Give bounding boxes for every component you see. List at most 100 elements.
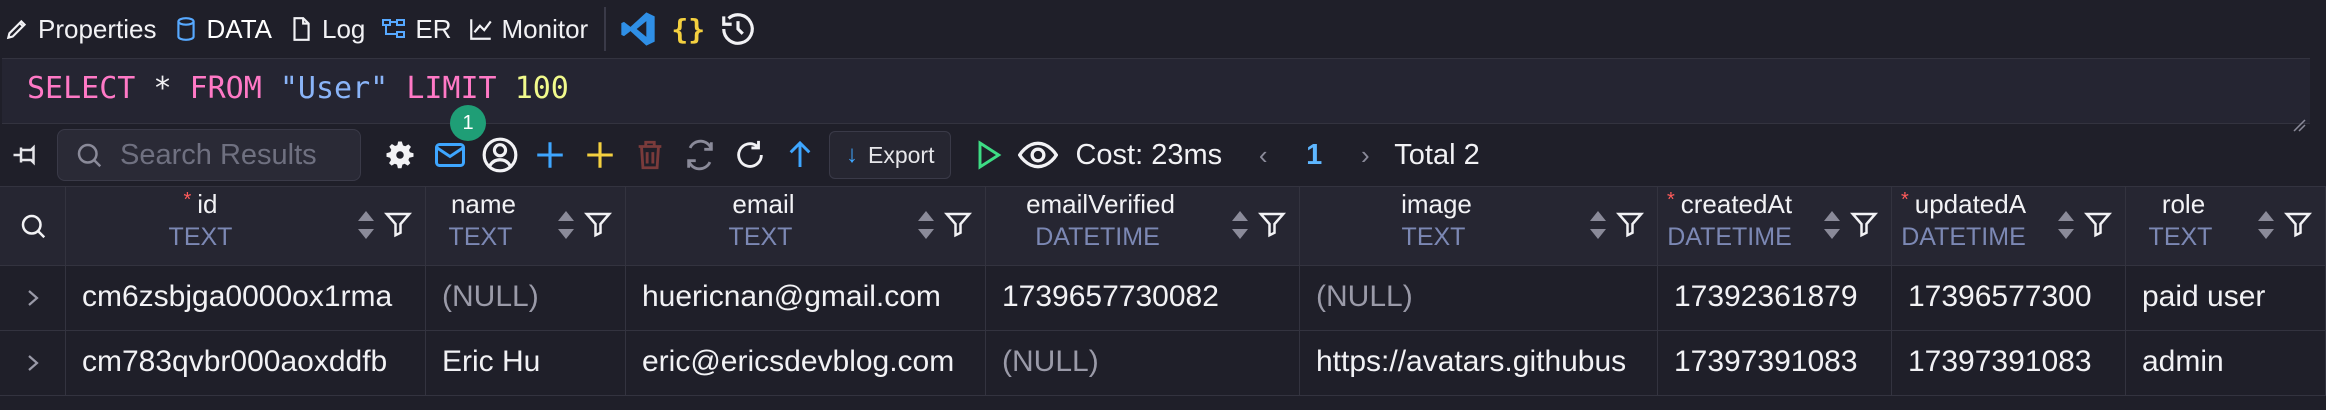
chart-line-icon xyxy=(468,16,494,42)
sort-icon[interactable] xyxy=(915,207,937,243)
column-header[interactable]: email TEXT xyxy=(626,187,986,265)
table-cell[interactable]: 1739657730082 xyxy=(986,266,1300,330)
required-marker: * xyxy=(183,189,192,211)
column-name: * id xyxy=(66,189,335,220)
next-page-button[interactable]: › xyxy=(1350,140,1380,171)
sql-editor[interactable]: SELECT * FROM "User" LIMIT 100 xyxy=(2,58,2310,132)
column-header[interactable]: * updatedA DATETIME xyxy=(1892,187,2126,265)
column-header[interactable]: * id TEXT xyxy=(66,187,426,265)
tab-log[interactable]: Log xyxy=(284,0,371,58)
filter-icon[interactable] xyxy=(583,209,613,239)
filter-icon[interactable] xyxy=(1615,209,1645,239)
column-name: * createdAt xyxy=(1658,189,1801,220)
tab-properties[interactable]: Properties xyxy=(0,0,163,58)
sort-icon[interactable] xyxy=(1229,207,1251,243)
search-input[interactable] xyxy=(118,137,342,173)
table-cell[interactable]: 17392361879 xyxy=(1658,266,1892,330)
sync-icon[interactable] xyxy=(680,135,720,175)
trash-icon[interactable] xyxy=(630,135,670,175)
column-header[interactable]: emailVerified DATETIME xyxy=(986,187,1300,265)
run-icon[interactable] xyxy=(968,135,1008,175)
sort-icon[interactable] xyxy=(555,207,577,243)
expand-row-icon[interactable] xyxy=(0,331,66,395)
download-arrow-icon: ↓ xyxy=(846,141,858,168)
tab-label: Properties xyxy=(38,13,157,44)
sql-limit-value: 100 xyxy=(514,71,569,106)
column-name: name xyxy=(426,189,535,220)
table-cell[interactable]: (NULL) xyxy=(986,331,1300,395)
history-icon[interactable] xyxy=(718,9,758,49)
table-cell[interactable]: 17397391083 xyxy=(1658,331,1892,395)
resize-grip-icon[interactable] xyxy=(2290,105,2306,132)
table-cell[interactable]: cm783qvbr000aoxddfb xyxy=(66,331,426,395)
table-row[interactable]: cm783qvbr000aoxddfb Eric Hu eric@ericsdevb… xyxy=(0,331,2326,396)
arrow-up-icon[interactable] xyxy=(780,135,820,175)
sort-icon[interactable] xyxy=(1821,207,1843,243)
mail-button[interactable]: 1 xyxy=(430,105,486,175)
user-icon[interactable] xyxy=(480,135,520,175)
vscode-icon[interactable] xyxy=(618,9,658,49)
column-name-text: image xyxy=(1401,189,1472,219)
column-name-text: updatedA xyxy=(1914,189,2027,219)
add-column-icon[interactable] xyxy=(580,135,620,175)
table-cell[interactable]: (NULL) xyxy=(1300,266,1658,330)
sql-table-name: "User" xyxy=(279,71,389,106)
tab-monitor[interactable]: Monitor xyxy=(464,0,595,58)
sort-icon[interactable] xyxy=(2255,207,2277,243)
sort-icon[interactable] xyxy=(2055,207,2077,243)
column-name-text: id xyxy=(197,189,218,219)
document-icon xyxy=(288,16,314,42)
filter-icon[interactable] xyxy=(383,209,413,239)
search-icon xyxy=(21,214,45,239)
column-header[interactable]: name TEXT xyxy=(426,187,626,265)
export-button[interactable]: ↓ Export xyxy=(829,131,952,179)
eye-icon[interactable] xyxy=(1018,135,1059,175)
filter-icon[interactable] xyxy=(2283,209,2313,239)
pin-icon[interactable] xyxy=(6,135,46,175)
column-header[interactable]: image TEXT xyxy=(1300,187,1658,265)
column-name-text: name xyxy=(450,189,517,219)
table-cell[interactable]: 17396577300 xyxy=(1892,266,2126,330)
filter-icon[interactable] xyxy=(1849,209,1879,239)
sql-query: SELECT * FROM "User" LIMIT 100 xyxy=(27,71,569,106)
results-table: * id TEXT name TEXT email TEXT emailVerified… xyxy=(0,186,2326,396)
tab-er[interactable]: ER xyxy=(377,0,457,58)
tab-data[interactable]: DATA xyxy=(169,0,278,58)
table-cell[interactable]: Eric Hu xyxy=(426,331,626,395)
refresh-icon[interactable] xyxy=(730,135,770,175)
column-header[interactable]: role TEXT xyxy=(2126,187,2326,265)
table-cell[interactable]: paid user xyxy=(2126,266,2326,330)
gear-icon[interactable] xyxy=(380,135,420,175)
column-header[interactable]: * createdAt DATETIME xyxy=(1658,187,1892,265)
table-cell[interactable]: huericnan@gmail.com xyxy=(626,266,986,330)
table-cell[interactable]: https://avatars.githubus xyxy=(1300,331,1658,395)
table-cell[interactable]: (NULL) xyxy=(426,266,626,330)
required-marker: * xyxy=(1666,189,1675,211)
table-cell[interactable]: cm6zsbjga0000ox1rma xyxy=(66,266,426,330)
table-cell[interactable]: eric@ericsdevblog.com xyxy=(626,331,986,395)
prev-page-button[interactable]: ‹ xyxy=(1248,140,1278,171)
column-type: TEXT xyxy=(728,223,793,251)
table-row[interactable]: cm6zsbjga0000ox1rma (NULL) huericnan@gmail… xyxy=(0,266,2326,331)
column-name: * updatedA xyxy=(1892,189,2035,220)
column-type: TEXT xyxy=(448,223,513,251)
database-icon xyxy=(173,16,199,42)
column-name-text: emailVerified xyxy=(1026,189,1175,219)
filter-icon[interactable] xyxy=(943,209,973,239)
expand-row-icon[interactable] xyxy=(0,266,66,330)
json-braces-icon[interactable]: {} xyxy=(668,9,708,49)
pencil-icon xyxy=(4,16,30,42)
column-type: DATETIME xyxy=(1035,223,1160,251)
sort-icon[interactable] xyxy=(355,207,377,243)
table-cell[interactable]: 17397391083 xyxy=(1892,331,2126,395)
filter-icon[interactable] xyxy=(1257,209,1287,239)
column-name: role xyxy=(2126,189,2235,220)
current-page[interactable]: 1 xyxy=(1306,139,1322,172)
column-type: DATETIME xyxy=(1901,223,2026,251)
search-results-box[interactable] xyxy=(57,129,361,181)
table-cell[interactable]: admin xyxy=(2126,331,2326,395)
filter-icon[interactable] xyxy=(2083,209,2113,239)
add-row-icon[interactable] xyxy=(530,135,570,175)
sort-icon[interactable] xyxy=(1587,207,1609,243)
header-search-cell[interactable] xyxy=(0,187,66,265)
